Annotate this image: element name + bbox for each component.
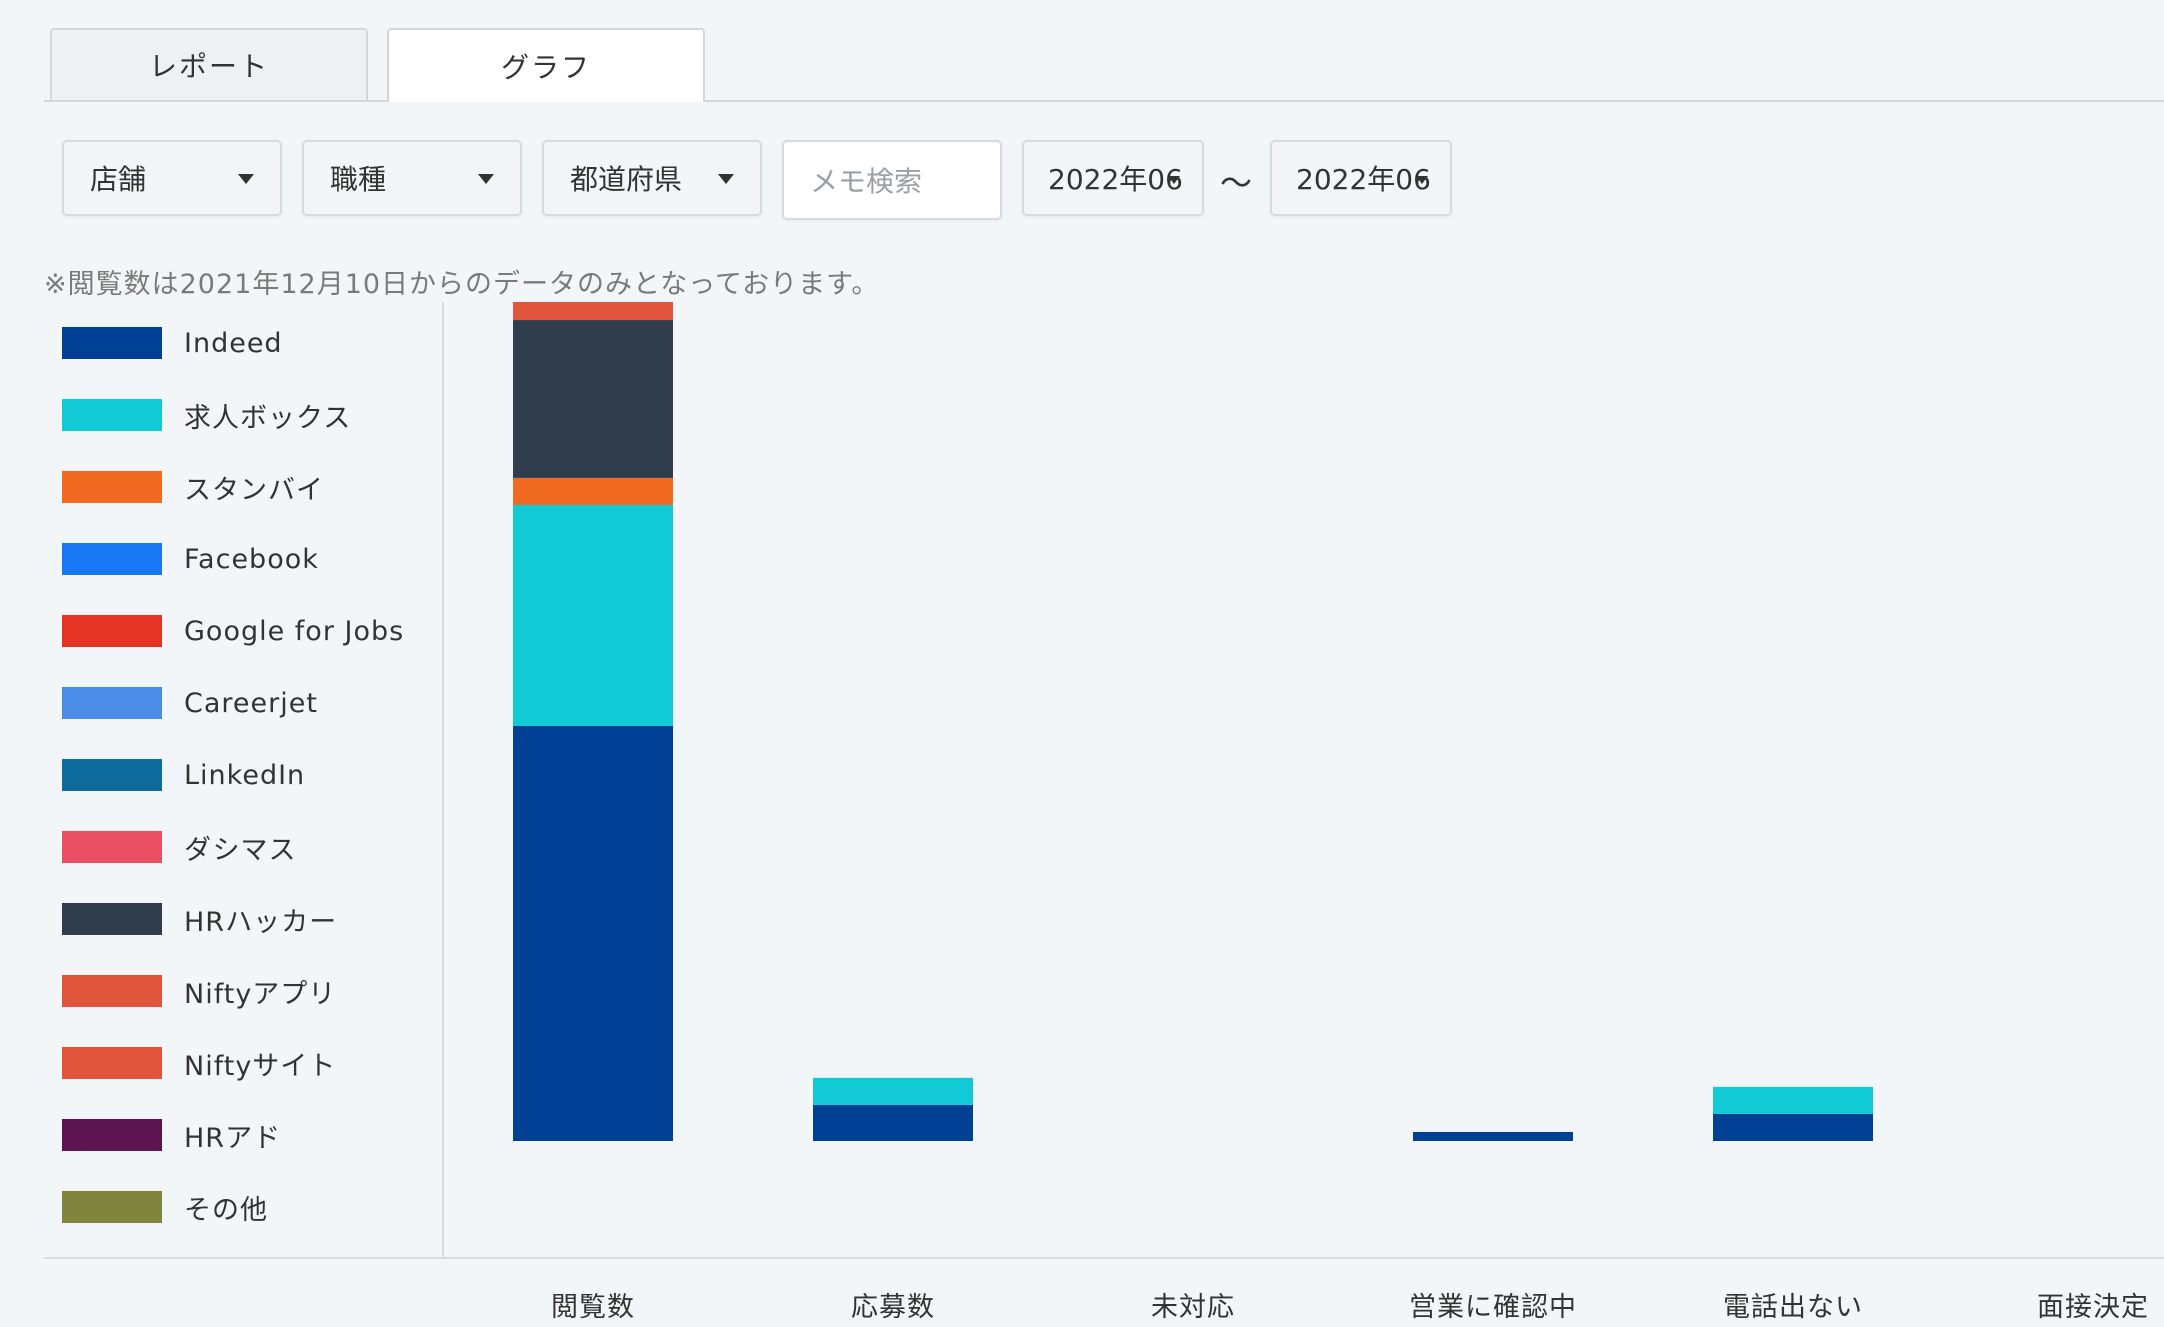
legend-item[interactable]: スタンバイ xyxy=(62,470,324,506)
bar-segment[interactable] xyxy=(813,1077,973,1105)
prefecture-select[interactable]: 都道府県 xyxy=(542,140,762,216)
memo-search-input[interactable]: メモ検索 xyxy=(782,140,1002,220)
legend-swatch xyxy=(62,975,162,1007)
legend-item[interactable]: 求人ボックス xyxy=(62,398,352,434)
bar-segment[interactable] xyxy=(813,1104,973,1141)
legend-label: ダシマス xyxy=(184,834,297,866)
bar-segment[interactable] xyxy=(513,504,673,727)
legend-item[interactable]: その他 xyxy=(62,1190,268,1226)
legend-label: Facebook xyxy=(184,543,319,575)
x-axis-label: 応募数 xyxy=(851,1292,935,1323)
job-type-select-label: 職種 xyxy=(330,163,387,196)
legend-label: LinkedIn xyxy=(184,759,306,791)
x-axis-label: 営業に確認中 xyxy=(1409,1292,1577,1323)
caret-down-icon xyxy=(718,174,734,184)
caret-down-icon xyxy=(478,174,494,184)
legend-item[interactable]: LinkedIn xyxy=(62,758,305,792)
legend-item[interactable]: Indeed xyxy=(62,326,283,360)
legend-swatch xyxy=(62,831,162,863)
bar-segment[interactable] xyxy=(1413,1131,1573,1141)
date-from-select[interactable]: 2022年06 xyxy=(1022,140,1204,216)
legend-swatch xyxy=(62,1047,162,1079)
legend-swatch xyxy=(62,543,162,575)
legend-label: スタンバイ xyxy=(184,474,324,506)
x-axis-label: 面接決定 xyxy=(2037,1292,2149,1323)
date-range-separator: ～ xyxy=(1220,164,1253,202)
legend-swatch xyxy=(62,399,162,431)
legend-item[interactable]: Niftyサイト xyxy=(62,1046,337,1082)
legend-swatch xyxy=(62,687,162,719)
legend-label: HRアド xyxy=(184,1122,282,1154)
legend-swatch xyxy=(62,1119,162,1151)
chart-baseline-divider xyxy=(44,1257,2164,1259)
date-from-value: 2022年06 xyxy=(1048,163,1183,196)
legend-label: 求人ボックス xyxy=(184,402,352,434)
caret-down-icon xyxy=(1168,176,1180,184)
legend-swatch xyxy=(62,1191,162,1223)
legend-item[interactable]: ダシマス xyxy=(62,830,297,866)
legend-item[interactable]: Careerjet xyxy=(62,686,318,720)
date-to-value: 2022年06 xyxy=(1296,163,1431,196)
legend-swatch xyxy=(62,759,162,791)
legend-item[interactable]: Facebook xyxy=(62,542,319,576)
data-availability-note: ※閲覧数は2021年12月10日からのデータのみとなっております。 xyxy=(44,269,880,300)
date-to-select[interactable]: 2022年06 xyxy=(1270,140,1452,216)
job-type-select[interactable]: 職種 xyxy=(302,140,522,216)
legend-label: Careerjet xyxy=(184,687,318,719)
bar-segment[interactable] xyxy=(513,320,673,478)
legend-item[interactable]: Niftyアプリ xyxy=(62,974,337,1010)
legend-label: HRハッカー xyxy=(184,906,338,938)
bar-segment[interactable] xyxy=(1713,1113,1873,1141)
legend-swatch xyxy=(62,471,162,503)
caret-down-icon xyxy=(238,174,254,184)
bar-segment[interactable] xyxy=(513,726,673,1141)
legend-swatch xyxy=(62,615,162,647)
legend-label: その他 xyxy=(184,1194,268,1226)
caret-down-icon xyxy=(1416,176,1428,184)
bar-segment[interactable] xyxy=(513,302,673,321)
tab-graph[interactable]: グラフ xyxy=(387,28,705,102)
store-select[interactable]: 店舗 xyxy=(62,140,282,216)
x-axis-label: 電話出ない xyxy=(1723,1292,1863,1323)
legend-label: Niftyアプリ xyxy=(184,978,337,1010)
legend-swatch xyxy=(62,327,162,359)
legend-item[interactable]: HRアド xyxy=(62,1118,282,1154)
chart-vertical-divider xyxy=(442,302,444,1257)
bar-segment[interactable] xyxy=(513,477,673,505)
legend-item[interactable]: Google for Jobs xyxy=(62,614,404,648)
tab-bar: レポート グラフ xyxy=(44,0,2164,102)
legend-label: Google for Jobs xyxy=(184,615,405,647)
bar-segment[interactable] xyxy=(1713,1086,1873,1114)
tab-report[interactable]: レポート xyxy=(50,28,368,100)
legend-swatch xyxy=(62,903,162,935)
prefecture-select-label: 都道府県 xyxy=(570,163,683,196)
x-axis-label: 未対応 xyxy=(1151,1292,1235,1323)
store-select-label: 店舗 xyxy=(90,163,147,196)
legend-item[interactable]: HRハッカー xyxy=(62,902,338,938)
x-axis-label: 閲覧数 xyxy=(551,1292,635,1323)
legend-label: Niftyサイト xyxy=(184,1050,337,1082)
legend-label: Indeed xyxy=(184,327,283,359)
memo-search-placeholder: メモ検索 xyxy=(810,165,923,198)
